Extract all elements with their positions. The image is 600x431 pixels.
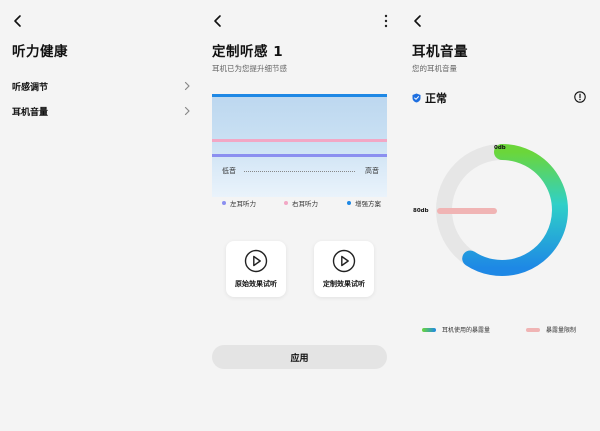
chevron-right-icon xyxy=(182,81,192,91)
apply-button[interactable]: 应用 xyxy=(212,345,387,369)
back-arrow-icon xyxy=(214,15,221,27)
back-arrow-icon xyxy=(14,15,21,27)
custom-preview-label: 定制效果试听 xyxy=(323,280,365,288)
back-button[interactable] xyxy=(410,13,426,29)
menu-item-headphone-volume[interactable]: 耳机音量 xyxy=(12,102,192,120)
alert-circle-icon xyxy=(574,91,586,103)
frequency-axis: 低音 高音 xyxy=(212,166,387,178)
legend-swatch xyxy=(526,327,540,332)
legend-label: 耳机使用的暴露量 xyxy=(442,327,491,334)
legend-enhancement: 增强方案 xyxy=(347,198,381,208)
headphone-volume-panel: 耳机音量 您的耳机音量 正常 0db 80db 耳机使用的暴露量 暴露量限制 xyxy=(400,0,600,431)
page-title: 听力健康 xyxy=(12,44,68,60)
gauge-legend: 耳机使用的暴露量 暴露量限制 xyxy=(422,325,582,335)
left-ear-line xyxy=(212,154,387,157)
legend-label: 右耳听力 xyxy=(292,200,318,208)
more-vertical-icon xyxy=(384,14,388,28)
more-options-button[interactable] xyxy=(382,14,390,28)
menu-item-label: 耳机音量 xyxy=(12,107,49,118)
gauge-left-label: 80db xyxy=(413,208,429,214)
legend-dot xyxy=(347,201,351,205)
gauge-top-label: 0db xyxy=(494,145,506,151)
play-icon xyxy=(244,249,268,273)
legend-label: 左耳听力 xyxy=(230,200,256,208)
chevron-right-icon xyxy=(182,106,192,116)
page-title: 定制听感 1 xyxy=(212,44,284,60)
legend-dot xyxy=(284,201,288,205)
legend-label: 暴露量限制 xyxy=(546,327,577,334)
page-subtitle: 您的耳机音量 xyxy=(412,64,457,73)
original-preview-button[interactable]: 原始效果试听 xyxy=(226,241,286,297)
menu-item-label: 听感调节 xyxy=(12,82,49,93)
page-title: 耳机音量 xyxy=(412,44,468,60)
play-icon xyxy=(332,249,356,273)
freq-high-label: 高音 xyxy=(365,167,379,175)
back-button[interactable] xyxy=(210,13,226,29)
hearing-curve-chart xyxy=(212,94,387,197)
back-arrow-icon xyxy=(414,15,421,27)
menu-item-sound-adjust[interactable]: 听感调节 xyxy=(12,77,192,95)
custom-sound-panel: 定制听感 1 耳机已为您提升细节感 低音 高音 左耳听力 右耳听力 增强方案 原… xyxy=(200,0,400,431)
legend-right-ear: 右耳听力 xyxy=(284,198,318,208)
legend-usage: 耳机使用的暴露量 xyxy=(422,325,490,334)
original-preview-label: 原始效果试听 xyxy=(235,280,277,288)
hearing-health-panel: 听力健康 听感调节 耳机音量 xyxy=(0,0,200,431)
volume-gauge xyxy=(432,140,572,280)
legend-label: 增强方案 xyxy=(355,200,381,208)
page-subtitle: 耳机已为您提升细节感 xyxy=(212,64,287,73)
custom-preview-button[interactable]: 定制效果试听 xyxy=(314,241,374,297)
back-button[interactable] xyxy=(10,13,26,29)
status-text: 正常 xyxy=(425,92,447,105)
volume-status: 正常 xyxy=(412,90,447,106)
shield-check-icon xyxy=(412,93,421,103)
legend-dot xyxy=(222,201,226,205)
legend-limit: 暴露量限制 xyxy=(526,325,576,334)
enhancement-line xyxy=(212,94,387,97)
legend-swatch xyxy=(422,327,436,332)
frequency-dots xyxy=(244,171,355,172)
right-ear-line xyxy=(212,139,387,142)
curve-legend: 左耳听力 右耳听力 增强方案 xyxy=(212,198,387,210)
freq-low-label: 低音 xyxy=(222,167,236,175)
legend-left-ear: 左耳听力 xyxy=(222,198,256,208)
info-button[interactable] xyxy=(574,91,586,103)
